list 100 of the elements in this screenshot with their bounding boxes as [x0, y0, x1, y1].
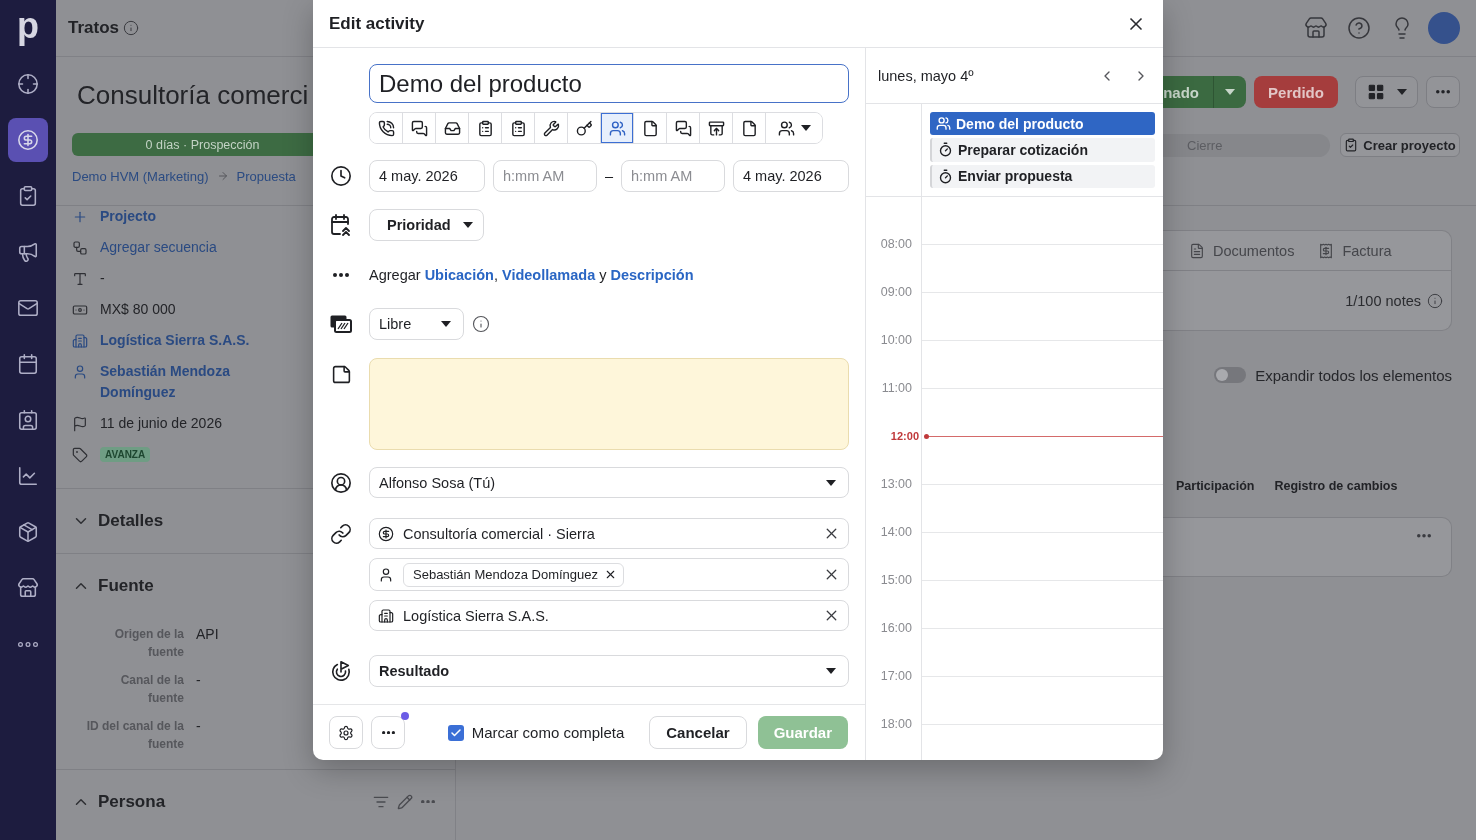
pipeline-link[interactable]: Demo HVM (Marketing) [72, 168, 209, 184]
avatar[interactable] [1428, 12, 1460, 44]
grid-icon [1366, 83, 1385, 101]
more-icon[interactable] [421, 799, 435, 804]
info-icon[interactable] [1427, 292, 1443, 309]
settings-icon [338, 724, 354, 741]
box-icon [17, 521, 39, 543]
field-label: ID del canal de la fuente [85, 717, 184, 753]
section-title: Persona [98, 791, 166, 812]
close-icon[interactable] [604, 568, 617, 581]
date-field[interactable]: 4 may. 2026 [369, 160, 485, 192]
info-icon[interactable] [123, 20, 140, 36]
more-icon [18, 641, 38, 647]
calendar-event[interactable]: Demo del producto [930, 112, 1155, 136]
target-icon [17, 73, 39, 95]
action-link[interactable]: Agregar secuencia [100, 237, 217, 258]
timer-icon [938, 142, 953, 158]
toggle-switch[interactable] [1214, 367, 1247, 383]
won-button[interactable]: nado [1163, 76, 1213, 108]
arrow-right-icon [216, 170, 229, 182]
calendar-event[interactable]: Enviar propuesta [930, 164, 1155, 188]
person-field[interactable]: Sebastián Mendoza Domínguez [369, 558, 849, 591]
availability-dropdown[interactable]: Libre [369, 308, 464, 340]
nav-button[interactable] [8, 118, 48, 162]
field-value: 11 de junio de 2026 [100, 414, 222, 433]
dollar-icon [17, 129, 39, 151]
calendar-event[interactable]: Preparar cotización [930, 138, 1155, 162]
phone-icon [377, 119, 395, 137]
caret-icon [826, 668, 836, 674]
mail-icon [17, 297, 39, 319]
dialog-title: Edit activity [329, 13, 425, 34]
outcome-dropdown[interactable]: Resultado [369, 655, 849, 687]
people-icon [936, 116, 951, 132]
caret-icon [826, 479, 836, 486]
subject-field[interactable]: Demo del producto [369, 64, 849, 103]
organization-field[interactable]: Logística Sierra S.A.S. [369, 600, 849, 631]
tab[interactable]: Participación [1176, 479, 1255, 493]
chat-bubbles-icon [674, 119, 692, 137]
field-label: Canal de la fuente [119, 671, 184, 707]
won-menu-button[interactable] [1213, 76, 1246, 108]
more-icon[interactable] [1417, 534, 1431, 538]
current-time-label: 12:00 [890, 430, 919, 442]
deal-field[interactable]: Consultoría comercial · Sierra [369, 518, 849, 549]
wrench-icon [542, 119, 560, 137]
hour-label: 15:00 [880, 573, 912, 587]
field-value: API [196, 624, 219, 643]
flag-icon [72, 415, 88, 432]
lost-button[interactable]: Perdido [1254, 76, 1338, 108]
create-project-button[interactable]: Crear proyecto [1340, 133, 1460, 157]
detail-link[interactable]: Videollamada [502, 267, 596, 283]
note-field[interactable] [369, 358, 849, 450]
pencil-icon[interactable] [397, 793, 413, 810]
inbox-icon [443, 119, 461, 137]
target-icon [330, 660, 352, 682]
hour-label: 13:00 [880, 477, 912, 491]
document-icon [641, 119, 659, 137]
hour-label: 14:00 [880, 525, 912, 539]
activity-type-button[interactable] [370, 113, 403, 143]
stage-link[interactable]: Propuesta [236, 168, 296, 184]
building-icon [72, 332, 88, 349]
person-icon [378, 566, 394, 583]
store-icon[interactable] [1304, 16, 1328, 40]
tab[interactable]: Documentos [1189, 242, 1295, 259]
detail-link[interactable]: Descripción [610, 267, 694, 283]
clock-icon [330, 165, 352, 187]
logo[interactable]: p [17, 6, 39, 50]
tab[interactable]: Factura [1318, 242, 1392, 259]
archive-icon [707, 119, 725, 137]
clipboard-check-icon [1344, 138, 1359, 152]
time-field[interactable]: h:mm AM [621, 160, 725, 192]
notes-count: 1/100 notes [1345, 292, 1421, 309]
toggle-label: Expandir todos los elementos [1255, 366, 1452, 384]
clipboard-icon [476, 119, 494, 137]
info-icon[interactable] [472, 315, 490, 333]
person-chip[interactable]: Sebastián Mendoza Domínguez [403, 562, 624, 587]
view-button[interactable] [1355, 76, 1418, 108]
dollar-icon [378, 525, 394, 542]
checkbox[interactable] [447, 724, 464, 741]
owner-dropdown[interactable]: Alfonso Sosa (Tú) [369, 467, 849, 498]
help-icon[interactable] [1347, 16, 1371, 40]
hour-label: 08:00 [880, 237, 912, 251]
field-label: Origen de la fuente [113, 625, 184, 661]
tag: AVANZA [100, 447, 151, 462]
cancel-button[interactable]: Cancelar [649, 716, 747, 749]
field-value: - [196, 716, 201, 735]
document-icon [740, 119, 758, 137]
settings-button[interactable] [329, 716, 363, 749]
hour-label: 09:00 [880, 285, 912, 299]
more-button[interactable] [1426, 76, 1460, 108]
note-icon [330, 363, 352, 385]
hour-label: 10:00 [880, 333, 912, 347]
calendar-icon [17, 353, 39, 375]
check-icon [449, 726, 462, 739]
tab[interactable]: Registro de cambios [1274, 479, 1398, 493]
detail-link[interactable]: Ubicación [424, 267, 494, 283]
caret-icon [462, 222, 473, 228]
priority-dropdown[interactable]: Prioridad [369, 209, 484, 241]
time-field[interactable]: h:mm AM [493, 160, 597, 192]
date-field[interactable]: 4 may. 2026 [733, 160, 849, 192]
calendar-priority-icon [330, 214, 352, 236]
